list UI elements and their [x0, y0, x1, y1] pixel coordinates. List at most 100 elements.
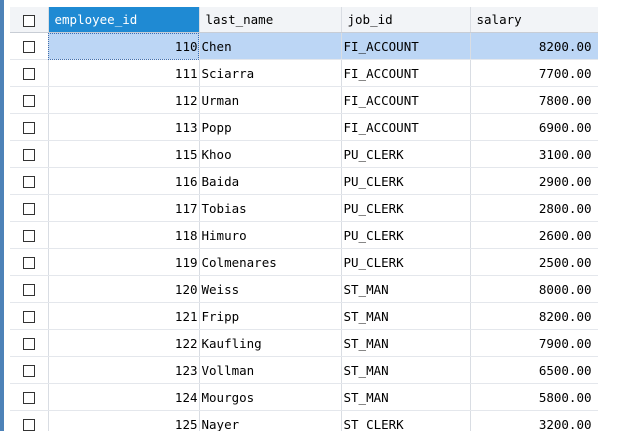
cell-employee-id[interactable]: 111 — [48, 59, 200, 87]
cell-last-name[interactable]: Fripp — [199, 302, 342, 330]
row-checkbox[interactable] — [22, 311, 35, 323]
table-row[interactable]: 119 Colmenares PU_CLERK 2500.00 — [10, 248, 598, 276]
cell-employee-id[interactable]: 116 — [48, 167, 200, 195]
cell-job-id[interactable]: PU_CLERK — [341, 248, 471, 276]
cell-employee-id[interactable]: 118 — [48, 221, 200, 249]
cell-job-id[interactable]: ST_MAN — [341, 302, 471, 330]
row-checkbox-cell[interactable] — [10, 59, 49, 87]
cell-salary[interactable]: 8200.00 — [470, 302, 598, 330]
cell-last-name[interactable]: Tobias — [199, 194, 342, 222]
result-grid[interactable]: employee_id last_name job_id salary 110 C… — [10, 7, 598, 431]
row-checkbox[interactable] — [22, 68, 35, 80]
table-row[interactable]: 122 Kaufling ST_MAN 7900.00 — [10, 329, 598, 357]
cell-last-name[interactable]: Colmenares — [199, 248, 342, 276]
table-row[interactable]: 125 Nayer ST_CLERK 3200.00 — [10, 410, 598, 431]
cell-job-id[interactable]: ST_MAN — [341, 356, 471, 384]
row-checkbox-cell[interactable] — [10, 32, 49, 60]
column-header-salary[interactable]: salary — [470, 7, 598, 33]
cell-last-name[interactable]: Kaufling — [199, 329, 342, 357]
cell-employee-id[interactable]: 124 — [48, 383, 200, 411]
table-row[interactable]: 111 Sciarra FI_ACCOUNT 7700.00 — [10, 59, 598, 87]
row-checkbox[interactable] — [22, 230, 35, 242]
cell-salary[interactable]: 5800.00 — [470, 383, 598, 411]
cell-salary[interactable]: 8200.00 — [470, 32, 598, 60]
cell-last-name[interactable]: Chen — [199, 32, 342, 60]
row-checkbox[interactable] — [22, 122, 35, 134]
cell-salary[interactable]: 6500.00 — [470, 356, 598, 384]
cell-employee-id[interactable]: 122 — [48, 329, 200, 357]
row-checkbox[interactable] — [22, 257, 35, 269]
cell-employee-id[interactable]: 110 — [48, 32, 200, 60]
cell-job-id[interactable]: ST_MAN — [341, 275, 471, 303]
cell-employee-id[interactable]: 121 — [48, 302, 200, 330]
cell-last-name[interactable]: Khoo — [199, 140, 342, 168]
row-checkbox[interactable] — [22, 419, 35, 431]
row-checkbox-cell[interactable] — [10, 221, 49, 249]
row-checkbox-cell[interactable] — [10, 329, 49, 357]
table-row[interactable]: 115 Khoo PU_CLERK 3100.00 — [10, 140, 598, 168]
row-checkbox-cell[interactable] — [10, 383, 49, 411]
cell-last-name[interactable]: Weiss — [199, 275, 342, 303]
cell-last-name[interactable]: Baida — [199, 167, 342, 195]
cell-employee-id[interactable]: 119 — [48, 248, 200, 276]
cell-job-id[interactable]: FI_ACCOUNT — [341, 86, 471, 114]
cell-employee-id[interactable]: 112 — [48, 86, 200, 114]
table-row[interactable]: 120 Weiss ST_MAN 8000.00 — [10, 275, 598, 303]
row-checkbox[interactable] — [22, 203, 35, 215]
cell-job-id[interactable]: PU_CLERK — [341, 167, 471, 195]
cell-salary[interactable]: 8000.00 — [470, 275, 598, 303]
row-checkbox-cell[interactable] — [10, 86, 49, 114]
cell-job-id[interactable]: FI_ACCOUNT — [341, 113, 471, 141]
cell-salary[interactable]: 2600.00 — [470, 221, 598, 249]
table-row[interactable]: 118 Himuro PU_CLERK 2600.00 — [10, 221, 598, 249]
column-header-employee-id[interactable]: employee_id — [48, 7, 200, 33]
cell-salary[interactable]: 7800.00 — [470, 86, 598, 114]
cell-last-name[interactable]: Mourgos — [199, 383, 342, 411]
cell-job-id[interactable]: ST_MAN — [341, 329, 471, 357]
row-checkbox[interactable] — [22, 284, 35, 296]
cell-job-id[interactable]: FI_ACCOUNT — [341, 59, 471, 87]
cell-job-id[interactable]: PU_CLERK — [341, 140, 471, 168]
row-checkbox[interactable] — [22, 95, 35, 107]
cell-employee-id[interactable]: 115 — [48, 140, 200, 168]
row-checkbox[interactable] — [22, 365, 35, 377]
cell-employee-id[interactable]: 113 — [48, 113, 200, 141]
table-row[interactable]: 113 Popp FI_ACCOUNT 6900.00 — [10, 113, 598, 141]
row-checkbox-cell[interactable] — [10, 140, 49, 168]
cell-employee-id[interactable]: 123 — [48, 356, 200, 384]
cell-job-id[interactable]: ST_MAN — [341, 383, 471, 411]
cell-salary[interactable]: 3200.00 — [470, 410, 598, 431]
row-checkbox-cell[interactable] — [10, 167, 49, 195]
row-checkbox-cell[interactable] — [10, 194, 49, 222]
row-checkbox-cell[interactable] — [10, 275, 49, 303]
row-checkbox[interactable] — [22, 338, 35, 350]
table-row[interactable]: 117 Tobias PU_CLERK 2800.00 — [10, 194, 598, 222]
table-row[interactable]: 116 Baida PU_CLERK 2900.00 — [10, 167, 598, 195]
row-checkbox-cell[interactable] — [10, 248, 49, 276]
cell-job-id[interactable]: FI_ACCOUNT — [341, 32, 471, 60]
cell-last-name[interactable]: Sciarra — [199, 59, 342, 87]
row-checkbox-cell[interactable] — [10, 113, 49, 141]
cell-employee-id[interactable]: 120 — [48, 275, 200, 303]
cell-last-name[interactable]: Nayer — [199, 410, 342, 431]
cell-job-id[interactable]: PU_CLERK — [341, 194, 471, 222]
cell-employee-id[interactable]: 125 — [48, 410, 200, 431]
row-checkbox-cell[interactable] — [10, 410, 49, 431]
select-all-checkbox[interactable] — [22, 14, 35, 27]
cell-salary[interactable]: 2500.00 — [470, 248, 598, 276]
table-row[interactable]: 110 Chen FI_ACCOUNT 8200.00 — [10, 32, 598, 60]
cell-salary[interactable]: 6900.00 — [470, 113, 598, 141]
column-header-last-name[interactable]: last_name — [199, 7, 342, 33]
column-header-job-id[interactable]: job_id — [341, 7, 471, 33]
cell-salary[interactable]: 3100.00 — [470, 140, 598, 168]
cell-employee-id[interactable]: 117 — [48, 194, 200, 222]
row-checkbox[interactable] — [22, 392, 35, 404]
select-all-checkbox-cell[interactable] — [10, 7, 49, 33]
cell-last-name[interactable]: Urman — [199, 86, 342, 114]
cell-last-name[interactable]: Popp — [199, 113, 342, 141]
table-row[interactable]: 112 Urman FI_ACCOUNT 7800.00 — [10, 86, 598, 114]
cell-last-name[interactable]: Himuro — [199, 221, 342, 249]
table-row[interactable]: 121 Fripp ST_MAN 8200.00 — [10, 302, 598, 330]
cell-salary[interactable]: 7900.00 — [470, 329, 598, 357]
cell-job-id[interactable]: ST_CLERK — [341, 410, 471, 431]
